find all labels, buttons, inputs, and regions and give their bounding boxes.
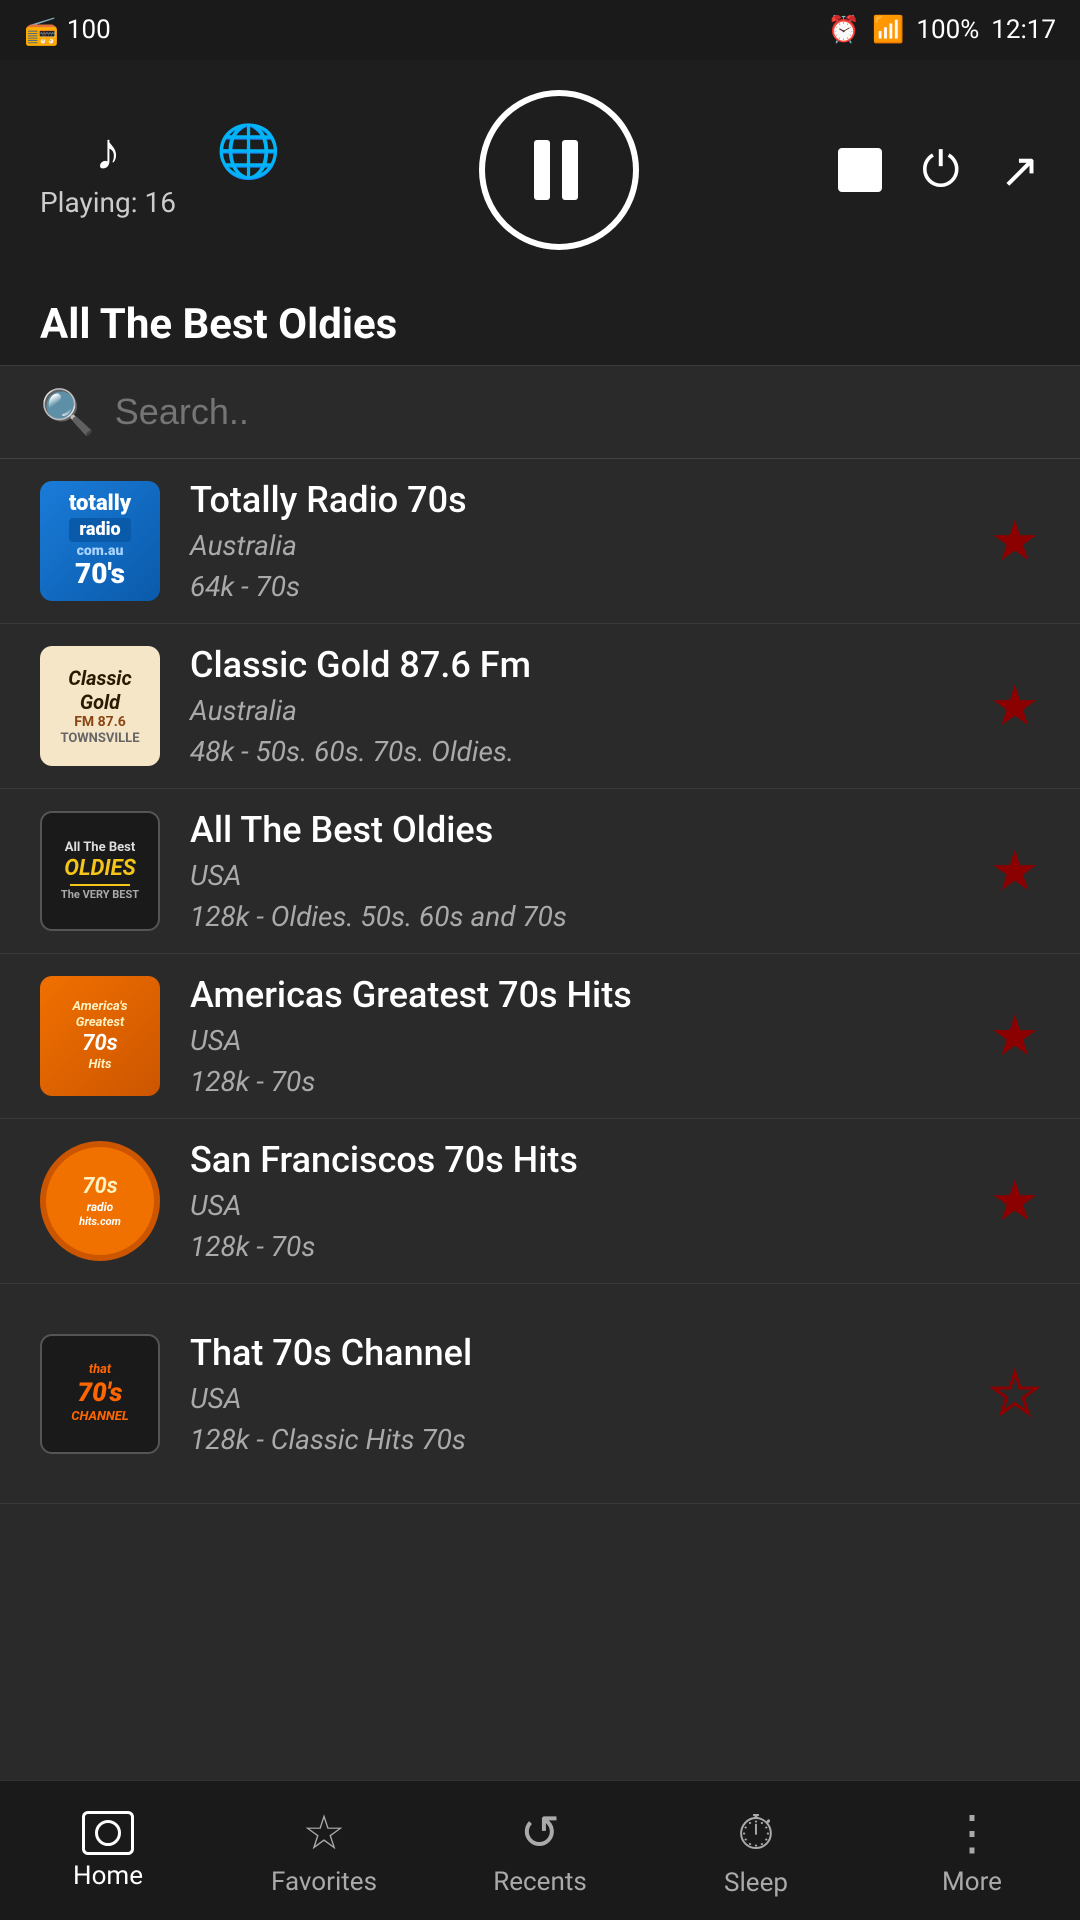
nav-label-recents: Recents — [493, 1867, 587, 1897]
favorite-star-2[interactable]: ★ — [990, 673, 1040, 739]
station-name-4: Americas Greatest 70s Hits — [190, 974, 960, 1016]
station-info-1: Totally Radio 70s Australia 64k - 70s — [190, 479, 960, 603]
station-name-5: San Franciscos 70s Hits — [190, 1139, 960, 1181]
home-icon — [82, 1811, 134, 1855]
station-details-5: 128k - 70s — [190, 1230, 960, 1263]
favorite-star-1[interactable]: ★ — [990, 508, 1040, 574]
station-country-6: USA — [190, 1382, 960, 1415]
status-left: 📻 100 — [24, 14, 111, 47]
station-item[interactable]: All The Best OLDIES The VERY BEST All Th… — [0, 789, 1080, 954]
favorite-star-5[interactable]: ★ — [990, 1168, 1040, 1234]
search-bar: 🔍 — [0, 366, 1080, 459]
pause-icon — [534, 135, 584, 205]
station-logo-totally: totally radio com.au 70's — [40, 481, 160, 601]
search-input[interactable] — [115, 391, 1040, 433]
header-icons-right: ⏻ ↗ — [838, 141, 1040, 199]
nav-item-sleep[interactable]: ⏱ Sleep — [648, 1794, 864, 1908]
station-name-6: That 70s Channel — [190, 1332, 960, 1374]
left-icons: ♪ Playing: 16 🌐 — [40, 121, 281, 219]
station-country-2: Australia — [190, 694, 960, 727]
station-info-3: All The Best Oldies USA 128k - Oldies. 5… — [190, 809, 960, 933]
recents-icon: ↺ — [520, 1804, 560, 1861]
station-country-1: Australia — [190, 529, 960, 562]
station-country-4: USA — [190, 1024, 960, 1057]
station-details-6: 128k - Classic Hits 70s — [190, 1423, 960, 1456]
nav-item-favorites[interactable]: ☆ Favorites — [216, 1794, 432, 1907]
station-item[interactable]: totally radio com.au 70's Totally Radio … — [0, 459, 1080, 624]
sleep-icon: ⏱ — [737, 1804, 774, 1862]
alarm-icon: ⏰ — [828, 15, 860, 45]
favorite-star-3[interactable]: ★ — [990, 838, 1040, 904]
search-icon: 🔍 — [40, 386, 95, 438]
now-playing-title: All The Best Oldies — [40, 300, 1040, 349]
player-controls-row: ♪ Playing: 16 🌐 ⏻ ↗ — [40, 90, 1040, 250]
station-details-2: 48k - 50s. 60s. 70s. Oldies. — [190, 735, 960, 768]
status-bar: 📻 100 ⏰ 📶 100% 12:17 — [0, 0, 1080, 60]
station-item[interactable]: 70s radio hits.com San Franciscos 70s Hi… — [0, 1119, 1080, 1284]
station-country-3: USA — [190, 859, 960, 892]
station-logo-that70s: that 70's CHANNEL — [40, 1334, 160, 1454]
favorite-star-4[interactable]: ★ — [990, 1003, 1040, 1069]
station-item[interactable]: that 70's CHANNEL That 70s Channel USA 1… — [0, 1284, 1080, 1504]
station-logo-oldies: All The Best OLDIES The VERY BEST — [40, 811, 160, 931]
nav-label-more: More — [942, 1867, 1002, 1897]
time-label: 12:17 — [991, 15, 1056, 45]
power-icon[interactable]: ⏻ — [922, 141, 960, 199]
battery-label: 100% — [916, 15, 979, 45]
player-header: ♪ Playing: 16 🌐 ⏻ ↗ — [0, 60, 1080, 280]
playing-label: Playing: 16 — [40, 186, 176, 219]
nav-label-sleep: Sleep — [724, 1868, 788, 1898]
station-item[interactable]: Classic Gold FM 87.6 TOWNSVILLE Classic … — [0, 624, 1080, 789]
bottom-nav: Home ☆ Favorites ↺ Recents ⏱ Sleep ⋮ Mor… — [0, 1780, 1080, 1920]
app-label: 100 — [67, 15, 111, 45]
favorite-star-6[interactable]: ★ — [990, 1361, 1040, 1427]
music-note-col: ♪ Playing: 16 — [40, 121, 176, 219]
pause-bar-left — [534, 140, 550, 200]
station-info-2: Classic Gold 87.6 Fm Australia 48k - 50s… — [190, 644, 960, 768]
station-name-3: All The Best Oldies — [190, 809, 960, 851]
station-name-1: Totally Radio 70s — [190, 479, 960, 521]
globe-col: 🌐 — [216, 121, 281, 182]
station-logo-sf: 70s radio hits.com — [40, 1141, 160, 1261]
station-logo-americas: America's Greatest 70s Hits — [40, 976, 160, 1096]
station-info-6: That 70s Channel USA 128k - Classic Hits… — [190, 1332, 960, 1456]
now-playing-section: All The Best Oldies — [0, 280, 1080, 365]
station-list: totally radio com.au 70's Totally Radio … — [0, 459, 1080, 1504]
nav-label-favorites: Favorites — [271, 1867, 377, 1897]
station-info-4: Americas Greatest 70s Hits USA 128k - 70… — [190, 974, 960, 1098]
nav-item-more[interactable]: ⋮ More — [864, 1794, 1080, 1907]
globe-icon[interactable]: 🌐 — [216, 121, 281, 182]
share-icon[interactable]: ↗ — [1000, 142, 1040, 199]
nav-item-recents[interactable]: ↺ Recents — [432, 1794, 648, 1907]
app-icon: 📻 — [24, 14, 59, 47]
stop-button[interactable] — [838, 148, 882, 192]
status-right: ⏰ 📶 100% 12:17 — [828, 15, 1056, 45]
favorites-icon: ☆ — [302, 1804, 345, 1861]
station-country-5: USA — [190, 1189, 960, 1222]
wifi-icon: 📶 — [872, 15, 904, 45]
station-item[interactable]: America's Greatest 70s Hits Americas Gre… — [0, 954, 1080, 1119]
pause-bar-right — [562, 140, 578, 200]
station-details-4: 128k - 70s — [190, 1065, 960, 1098]
more-icon: ⋮ — [948, 1804, 996, 1861]
nav-item-home[interactable]: Home — [0, 1801, 216, 1901]
left-icons-row: ♪ Playing: 16 🌐 — [40, 121, 281, 219]
music-note-icon[interactable]: ♪ — [95, 121, 121, 182]
station-details-3: 128k - Oldies. 50s. 60s and 70s — [190, 900, 960, 933]
station-name-2: Classic Gold 87.6 Fm — [190, 644, 960, 686]
pause-button[interactable] — [479, 90, 639, 250]
station-details-1: 64k - 70s — [190, 570, 960, 603]
nav-label-home: Home — [73, 1861, 143, 1891]
station-logo-classic: Classic Gold FM 87.6 TOWNSVILLE — [40, 646, 160, 766]
station-info-5: San Franciscos 70s Hits USA 128k - 70s — [190, 1139, 960, 1263]
